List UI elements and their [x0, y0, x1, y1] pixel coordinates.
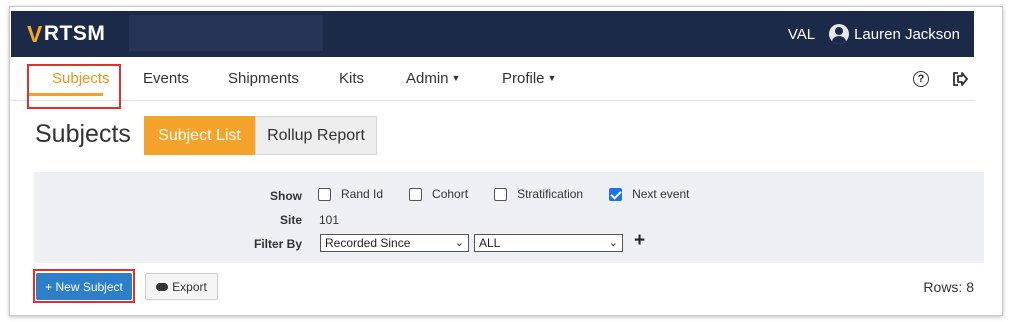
next-event-label: Next event	[632, 187, 690, 201]
cohort-checkbox[interactable]	[409, 187, 423, 201]
add-filter-button[interactable]: +	[634, 230, 645, 252]
cloud-download-icon	[156, 282, 169, 291]
option-stratification[interactable]: Stratification	[494, 187, 583, 201]
export-label: Export	[172, 279, 207, 294]
filter-value-select[interactable]: ALL ⌄	[474, 234, 623, 252]
top-bar: V RTSM VAL Lauren Jackson	[11, 11, 974, 57]
logo-v-mark: V	[27, 20, 43, 47]
logout-icon[interactable]	[951, 71, 969, 87]
topbar-redacted-block	[129, 15, 323, 51]
caret-down-icon: ▼	[547, 73, 557, 83]
filter-value-select-value: ALL	[479, 236, 501, 250]
highlight-box-subjects	[27, 64, 121, 109]
next-event-checkbox[interactable]	[609, 187, 623, 201]
nav-item-profile-label: Profile	[502, 70, 545, 87]
user-name[interactable]: Lauren Jackson	[854, 26, 960, 43]
site-value: 101	[319, 213, 340, 227]
help-circle-icon[interactable]: ?	[913, 71, 929, 87]
nav-item-profile[interactable]: Profile ▼	[502, 70, 556, 87]
highlight-box-new-subject	[33, 269, 135, 303]
environment-label: VAL	[787, 25, 816, 43]
app-logo[interactable]: V RTSM	[27, 21, 105, 48]
user-avatar-icon[interactable]	[829, 24, 850, 44]
option-next-event[interactable]: Next event	[609, 187, 689, 201]
nav-item-admin[interactable]: Admin ▼	[406, 70, 460, 87]
tab-subject-list[interactable]: Subject List	[144, 116, 255, 155]
stratification-checkbox[interactable]	[494, 187, 508, 201]
tab-rollup-report[interactable]: Rollup Report	[255, 116, 377, 155]
main-nav: Subjects Events Shipments Kits Admin ▼ Pr…	[11, 57, 974, 101]
show-label: Show	[270, 189, 302, 203]
rows-count: Rows: 8	[923, 279, 974, 295]
logo-text: RTSM	[43, 22, 106, 45]
rand-id-checkbox[interactable]	[318, 187, 331, 201]
nav-item-admin-label: Admin	[406, 70, 449, 87]
option-cohort[interactable]: Cohort	[409, 187, 468, 201]
nav-item-events[interactable]: Events	[143, 70, 189, 87]
chevron-down-icon: ⌄	[454, 237, 464, 249]
cohort-label: Cohort	[432, 187, 469, 201]
page-title: Subjects	[35, 120, 131, 148]
nav-item-shipments[interactable]: Shipments	[228, 70, 299, 87]
filter-by-select[interactable]: Recorded Since ⌄	[320, 234, 469, 252]
site-label: Site	[279, 213, 302, 227]
nav-item-kits[interactable]: Kits	[339, 70, 364, 87]
filter-by-select-value: Recorded Since	[325, 236, 411, 250]
stratification-label: Stratification	[517, 187, 584, 201]
caret-down-icon: ▼	[451, 73, 461, 83]
rand-id-label: Rand Id	[341, 187, 384, 201]
filter-by-label: Filter By	[253, 237, 302, 251]
export-button[interactable]: Export	[145, 273, 218, 300]
chevron-down-icon: ⌄	[608, 237, 618, 249]
option-rand-id[interactable]: Rand Id	[318, 187, 383, 201]
